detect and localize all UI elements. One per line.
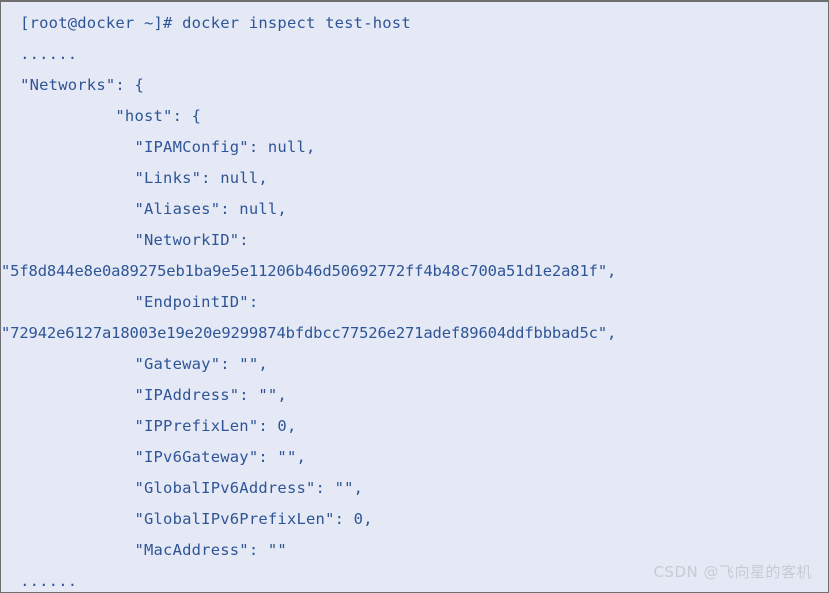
aliases-line: "Aliases": null, bbox=[1, 200, 287, 218]
links-line: "Links": null, bbox=[1, 169, 268, 187]
prompt-line: [root@docker ~]# docker inspect test-hos… bbox=[1, 14, 411, 32]
ipamconfig-line: "IPAMConfig": null, bbox=[1, 138, 316, 156]
networks-key: "Networks": { bbox=[1, 76, 144, 94]
code-listing: [root@docker ~]# docker inspect test-hos… bbox=[1, 2, 828, 592]
gateway-line: "Gateway": "", bbox=[1, 355, 268, 373]
globalipv6prefixlen-line: "GlobalIPv6PrefixLen": 0, bbox=[1, 510, 373, 528]
csdn-watermark: CSDN @飞向星的客机 bbox=[653, 563, 812, 581]
endpointid-key: "EndpointID": bbox=[1, 293, 259, 311]
ellipsis-top: ...... bbox=[1, 45, 78, 63]
globalipv6address-line: "GlobalIPv6Address": "", bbox=[1, 479, 364, 497]
host-key: "host": { bbox=[1, 107, 202, 125]
networkid-key: "NetworkID": bbox=[1, 231, 249, 249]
networkid-value: "5f8d844e8e0a89275eb1ba9e5e11206b46d5069… bbox=[1, 262, 617, 280]
ipprefixlen-line: "IPPrefixLen": 0, bbox=[1, 417, 297, 435]
ipaddress-line: "IPAddress": "", bbox=[1, 386, 287, 404]
endpointid-value: "72942e6127a18003e19e20e9299874bfdbcc775… bbox=[1, 324, 617, 342]
ipv6gateway-line: "IPv6Gateway": "", bbox=[1, 448, 307, 466]
terminal-code-block: [root@docker ~]# docker inspect test-hos… bbox=[0, 0, 829, 593]
